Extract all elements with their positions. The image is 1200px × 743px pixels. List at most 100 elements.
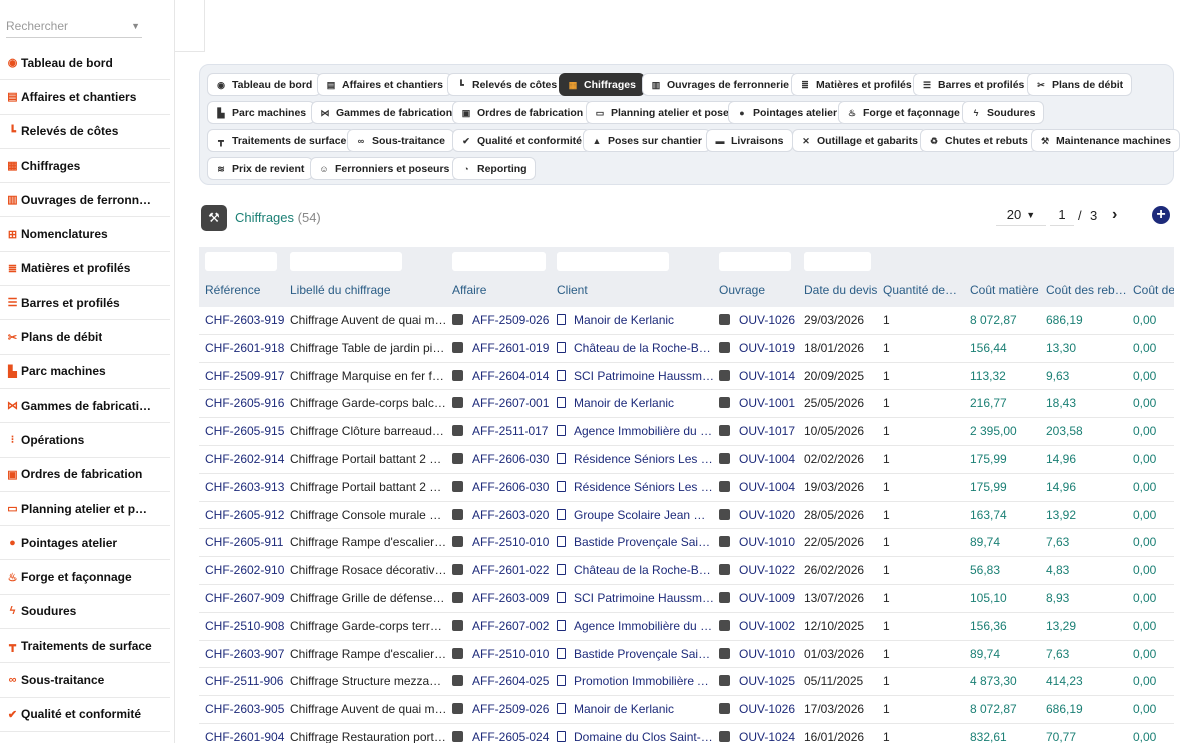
table-cell[interactable]: Résidence Séniors Les …: [557, 474, 715, 501]
table-row[interactable]: CHF-2601-918 Chiffrage Table de jardin pi…: [199, 334, 1174, 363]
nav-pill[interactable]: ≣ Matières et profilés: [791, 73, 921, 96]
table-cell[interactable]: OUV-1017: [719, 418, 799, 445]
column-header[interactable]: Client: [557, 283, 715, 297]
table-cell[interactable]: Groupe Scolaire Jean M…: [557, 502, 715, 529]
table-cell[interactable]: CHF-2601-904: [205, 724, 287, 743]
table-row[interactable]: CHF-2603-905 Chiffrage Auvent de quai m… A…: [199, 696, 1174, 724]
table-cell[interactable]: AFF-2604-025: [452, 668, 552, 695]
nav-pill[interactable]: ▬ Livraisons: [706, 129, 793, 152]
table-cell[interactable]: OUV-1014: [719, 363, 799, 390]
nav-pill[interactable]: ┳ Traitements de surface: [207, 129, 356, 152]
nav-pill[interactable]: ◔ Reporting: [452, 157, 536, 180]
column-filter-input[interactable]: [719, 252, 791, 271]
table-cell[interactable]: CHF-2605-915: [205, 418, 287, 445]
table-cell[interactable]: CHF-2511-906: [205, 668, 287, 695]
add-plus-icon[interactable]: +: [1152, 206, 1170, 224]
table-cell[interactable]: Agence Immobilière du …: [557, 418, 715, 445]
nav-pill[interactable]: ☰ Barres et profilés: [913, 73, 1034, 96]
table-row[interactable]: CHF-2602-910 Chiffrage Rosace décorativ… A…: [199, 557, 1174, 585]
table-cell[interactable]: AFF-2510-010: [452, 641, 552, 668]
sidebar-item-plans-de-débit[interactable]: ✂ Plans de débit: [0, 320, 170, 355]
table-cell[interactable]: CHF-2602-910: [205, 557, 287, 584]
table-row[interactable]: CHF-2601-904 Chiffrage Restauration porta…: [199, 724, 1174, 743]
sidebar-item-matières-et-profilés[interactable]: ≣ Matières et profilés: [0, 252, 170, 287]
next-page-icon[interactable]: ›: [1112, 204, 1117, 226]
sidebar-item-affaires-et-chantiers[interactable]: ▤ Affaires et chantiers: [0, 80, 170, 115]
table-cell[interactable]: OUV-1002: [719, 613, 799, 640]
sidebar-item-relevés-de-côtes[interactable]: ┗ Relevés de côtes: [0, 115, 170, 149]
table-cell[interactable]: CHF-2601-918: [205, 335, 287, 362]
table-cell[interactable]: CHF-2603-905: [205, 696, 287, 723]
table-row[interactable]: CHF-2605-911 Chiffrage Rampe d'escalier i…: [199, 529, 1174, 558]
table-cell[interactable]: AFF-2511-017: [452, 418, 552, 445]
table-cell[interactable]: AFF-2601-022: [452, 557, 552, 584]
sidebar-item-ordres-de-fabrication[interactable]: ▣ Ordres de fabrication: [0, 458, 170, 492]
column-header[interactable]: Libellé du chiffrage: [290, 283, 447, 297]
nav-pill[interactable]: ϟ Soudures: [962, 101, 1045, 124]
chevron-down-icon[interactable]: ▼: [131, 21, 140, 31]
table-cell[interactable]: AFF-2604-014: [452, 363, 552, 390]
table-cell[interactable]: CHF-2510-908: [205, 613, 287, 640]
sidebar-item-sous-traitance[interactable]: ∞ Sous-traitance: [0, 663, 170, 698]
sidebar-item-opérations[interactable]: ⁝ Opérations: [0, 423, 170, 458]
table-cell[interactable]: OUV-1010: [719, 529, 799, 556]
sidebar-item-parc-machines[interactable]: ▙ Parc machines: [0, 355, 170, 389]
nav-pill[interactable]: ▙ Parc machines: [207, 101, 316, 124]
sidebar-item-nomenclatures[interactable]: ⊞ Nomenclatures: [0, 217, 170, 252]
column-header[interactable]: Date du devis: [804, 283, 879, 297]
table-cell[interactable]: CHF-2603-913: [205, 474, 287, 501]
table-cell[interactable]: CHF-2509-917: [205, 363, 287, 390]
table-row[interactable]: CHF-2510-908 Chiffrage Garde-corps terra……: [199, 612, 1174, 641]
nav-pill[interactable]: ✔ Qualité et conformité: [452, 129, 592, 152]
table-cell[interactable]: AFF-2605-024: [452, 724, 552, 743]
table-cell[interactable]: AFF-2607-002: [452, 613, 552, 640]
nav-pill[interactable]: ♻ Chutes et rebuts: [920, 129, 1037, 152]
nav-pill[interactable]: ◉ Tableau de bord: [207, 73, 322, 96]
page-size-select[interactable]: 20 ▼: [996, 204, 1046, 226]
table-cell[interactable]: Promotion Immobilière A…: [557, 668, 715, 695]
table-cell[interactable]: OUV-1026: [719, 696, 799, 723]
nav-pill[interactable]: ≋ Prix de revient: [207, 157, 314, 180]
column-filter-input[interactable]: [557, 252, 669, 271]
table-cell[interactable]: Manoir de Kerlanic: [557, 307, 715, 334]
table-cell[interactable]: AFF-2510-010: [452, 529, 552, 556]
sidebar-item-chiffrages[interactable]: ▦ Chiffrages: [0, 149, 170, 184]
table-cell[interactable]: OUV-1019: [719, 335, 799, 362]
table-cell[interactable]: SCI Patrimoine Haussm…: [557, 585, 715, 612]
table-cell[interactable]: AFF-2509-026: [452, 696, 552, 723]
table-cell[interactable]: Manoir de Kerlanic: [557, 390, 715, 417]
table-row[interactable]: CHF-2511-906 Chiffrage Structure mezzani……: [199, 668, 1174, 697]
table-cell[interactable]: AFF-2607-001: [452, 390, 552, 417]
sidebar-item-barres-et-profilés[interactable]: ☰ Barres et profilés: [0, 286, 170, 321]
table-cell[interactable]: CHF-2603-919: [205, 307, 287, 334]
column-header[interactable]: Coût matière: [970, 283, 1042, 297]
table-cell[interactable]: Bastide Provençale Sain…: [557, 529, 715, 556]
table-cell[interactable]: Agence Immobilière du …: [557, 613, 715, 640]
column-header[interactable]: Ouvrage: [719, 283, 799, 297]
sidebar-item-ouvrages-de-ferronn[interactable]: ▥ Ouvrages de ferronn…: [0, 183, 170, 218]
sidebar-item-soudures[interactable]: ϟ Soudures: [0, 595, 170, 630]
table-cell[interactable]: AFF-2603-009: [452, 585, 552, 612]
sidebar-item-tableau-de-bord[interactable]: ◉ Tableau de bord: [0, 46, 170, 81]
nav-pill[interactable]: ▲ Poses sur chantier: [583, 129, 711, 152]
table-cell[interactable]: OUV-1009: [719, 585, 799, 612]
table-row[interactable]: CHF-2605-916 Chiffrage Garde-corps balco……: [199, 390, 1174, 419]
table-cell[interactable]: AFF-2603-020: [452, 502, 552, 529]
column-header[interactable]: Coût de: [1133, 283, 1174, 297]
table-cell[interactable]: OUV-1025: [719, 668, 799, 695]
nav-pill[interactable]: ☺ Ferronniers et poseurs: [310, 157, 459, 180]
nav-pill[interactable]: ✂ Plans de débit: [1027, 73, 1133, 96]
column-header[interactable]: Quantité de…: [883, 283, 965, 297]
table-row[interactable]: CHF-2605-915 Chiffrage Clôture barreaudé……: [199, 418, 1174, 446]
current-page-input[interactable]: 1: [1050, 204, 1074, 226]
nav-pill[interactable]: ▥ Ouvrages de ferronnerie: [642, 73, 798, 96]
table-cell[interactable]: OUV-1026: [719, 307, 799, 334]
table-row[interactable]: CHF-2602-914 Chiffrage Portail battant 2 …: [199, 446, 1174, 474]
search-select[interactable]: Rechercher ▼: [6, 14, 142, 38]
column-filter-input[interactable]: [290, 252, 402, 271]
column-filter-input[interactable]: [452, 252, 546, 271]
table-cell[interactable]: Château de la Roche-Be…: [557, 557, 715, 584]
sidebar-item-traitements-de-surface[interactable]: ┳ Traitements de surface: [0, 629, 170, 664]
sidebar-item-qualité-et-conformité[interactable]: ✔ Qualité et conformité: [0, 698, 170, 732]
nav-pill[interactable]: ▣ Ordres de fabrication: [452, 101, 593, 124]
